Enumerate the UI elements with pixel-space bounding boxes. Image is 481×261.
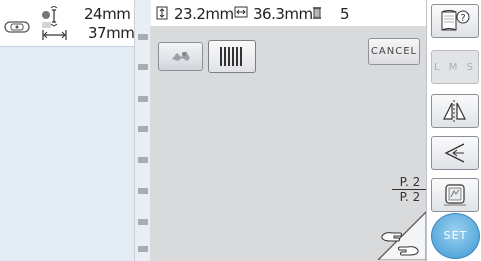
vertical-ruler [134,0,151,261]
ruler-tick [138,64,148,70]
help-icon: ? [441,10,470,31]
width-value: 37mm [88,24,135,42]
lms-button[interactable]: L M S [431,50,479,84]
height-value: 24mm [84,5,131,23]
help-button[interactable]: ? [431,4,479,38]
svg-text:?: ? [460,13,465,24]
ruler-tick [138,246,148,252]
set-button[interactable]: SET [431,213,480,259]
design-info-bar: 23.2mm 36.3mm 5 [150,0,420,26]
barcode-icon [220,47,242,66]
right-button-column: ? L M S SET [426,0,481,261]
design-work-area: CANCEL P. 2 P. 2 [150,26,428,261]
thread-color-count: 5 [340,5,350,23]
left-info-panel: 24mm 37mm [0,0,135,261]
ruler-tick [138,126,148,132]
rotate-icon [444,143,465,163]
design-width: 36.3mm [253,5,313,23]
needle-position-icon [42,6,67,40]
horizontal-size-icon [234,6,248,18]
design-thumbnail-icon [172,51,190,61]
hoop-size-icon [4,21,30,33]
rotate-button[interactable] [431,136,479,170]
page-current: P. 2 [392,176,428,190]
page-total: P. 2 [399,190,421,204]
ruler-tick [138,96,148,102]
ruler-tick [138,34,148,40]
mirror-icon [443,100,466,122]
ruler-tick [138,157,148,163]
vertical-size-icon [156,6,168,20]
hoop-info-header: 24mm 37mm [0,0,135,47]
page-flip-icon[interactable] [378,208,426,260]
design-height: 23.2mm [174,5,234,23]
ruler-tick [138,219,148,225]
frame-icon [444,184,466,206]
frame-button[interactable] [431,178,479,212]
design-thumbnail-button[interactable] [158,42,203,71]
page-indicator: P. 2 P. 2 [392,176,428,204]
cancel-button[interactable]: CANCEL [368,38,420,65]
mirror-button[interactable] [431,94,479,128]
embroidery-screen: 24mm 37mm 23.2mm 36.3mm 5 CANCEL P. 2 P.… [0,0,481,261]
barcode-button[interactable] [208,40,256,73]
ruler-tick [138,188,148,194]
thread-spool-icon [313,7,321,19]
